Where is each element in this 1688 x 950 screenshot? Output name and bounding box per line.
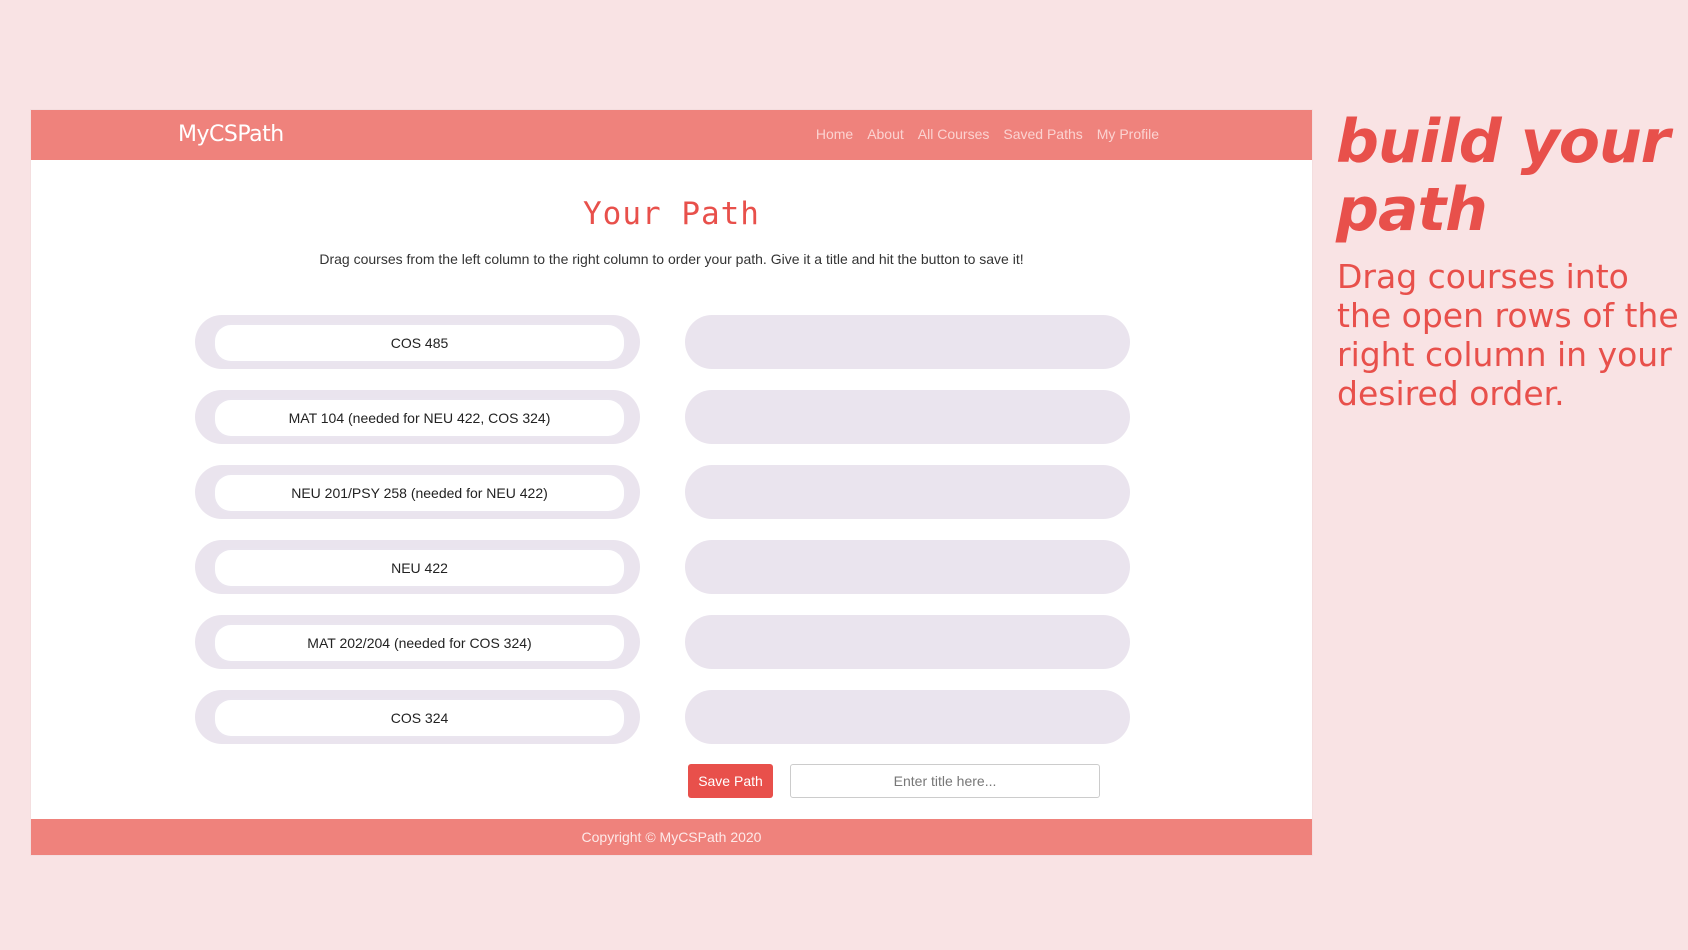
source-slot: COS 485 <box>195 315 640 369</box>
app-window: MyCSPath Home About All Courses Saved Pa… <box>31 110 1312 855</box>
nav-all-courses-link[interactable]: All Courses <box>918 126 990 142</box>
source-slot: COS 324 <box>195 690 640 744</box>
course-card[interactable]: NEU 201/PSY 258 (needed for NEU 422) <box>217 477 622 509</box>
course-card[interactable]: COS 485 <box>217 327 622 359</box>
slide-description: Drag courses into the open rows of the r… <box>1337 257 1679 413</box>
slide-heading: build your path <box>1336 107 1670 245</box>
source-slot: MAT 104 (needed for NEU 422, COS 324) <box>195 390 640 444</box>
source-slot: NEU 201/PSY 258 (needed for NEU 422) <box>195 465 640 519</box>
instructions-text: Drag courses from the left column to the… <box>319 251 1024 267</box>
source-slot: MAT 202/204 (needed for COS 324) <box>195 615 640 669</box>
nav-about-link[interactable]: About <box>867 126 904 142</box>
path-drop-slot[interactable] <box>685 465 1130 519</box>
course-source-column: COS 485 MAT 104 (needed for NEU 422, COS… <box>195 315 640 765</box>
path-target-column <box>685 315 1130 765</box>
path-drop-slot[interactable] <box>685 690 1130 744</box>
page-title: Your Path <box>583 196 760 232</box>
course-card[interactable]: COS 324 <box>217 702 622 734</box>
navbar: MyCSPath Home About All Courses Saved Pa… <box>31 110 1312 160</box>
logo[interactable]: MyCSPath <box>178 122 284 147</box>
path-drop-slot[interactable] <box>685 540 1130 594</box>
source-slot: NEU 422 <box>195 540 640 594</box>
nav-saved-paths-link[interactable]: Saved Paths <box>1003 126 1082 142</box>
path-title-input[interactable] <box>790 764 1100 798</box>
nav-links: Home About All Courses Saved Paths My Pr… <box>816 126 1159 142</box>
nav-my-profile-link[interactable]: My Profile <box>1097 126 1159 142</box>
path-drop-slot[interactable] <box>685 390 1130 444</box>
footer: Copyright © MyCSPath 2020 <box>31 819 1312 855</box>
course-card[interactable]: MAT 202/204 (needed for COS 324) <box>217 627 622 659</box>
course-card[interactable]: MAT 104 (needed for NEU 422, COS 324) <box>217 402 622 434</box>
nav-home-link[interactable]: Home <box>816 126 853 142</box>
course-card[interactable]: NEU 422 <box>217 552 622 584</box>
path-drop-slot[interactable] <box>685 615 1130 669</box>
path-drop-slot[interactable] <box>685 315 1130 369</box>
save-path-button[interactable]: Save Path <box>688 764 773 798</box>
